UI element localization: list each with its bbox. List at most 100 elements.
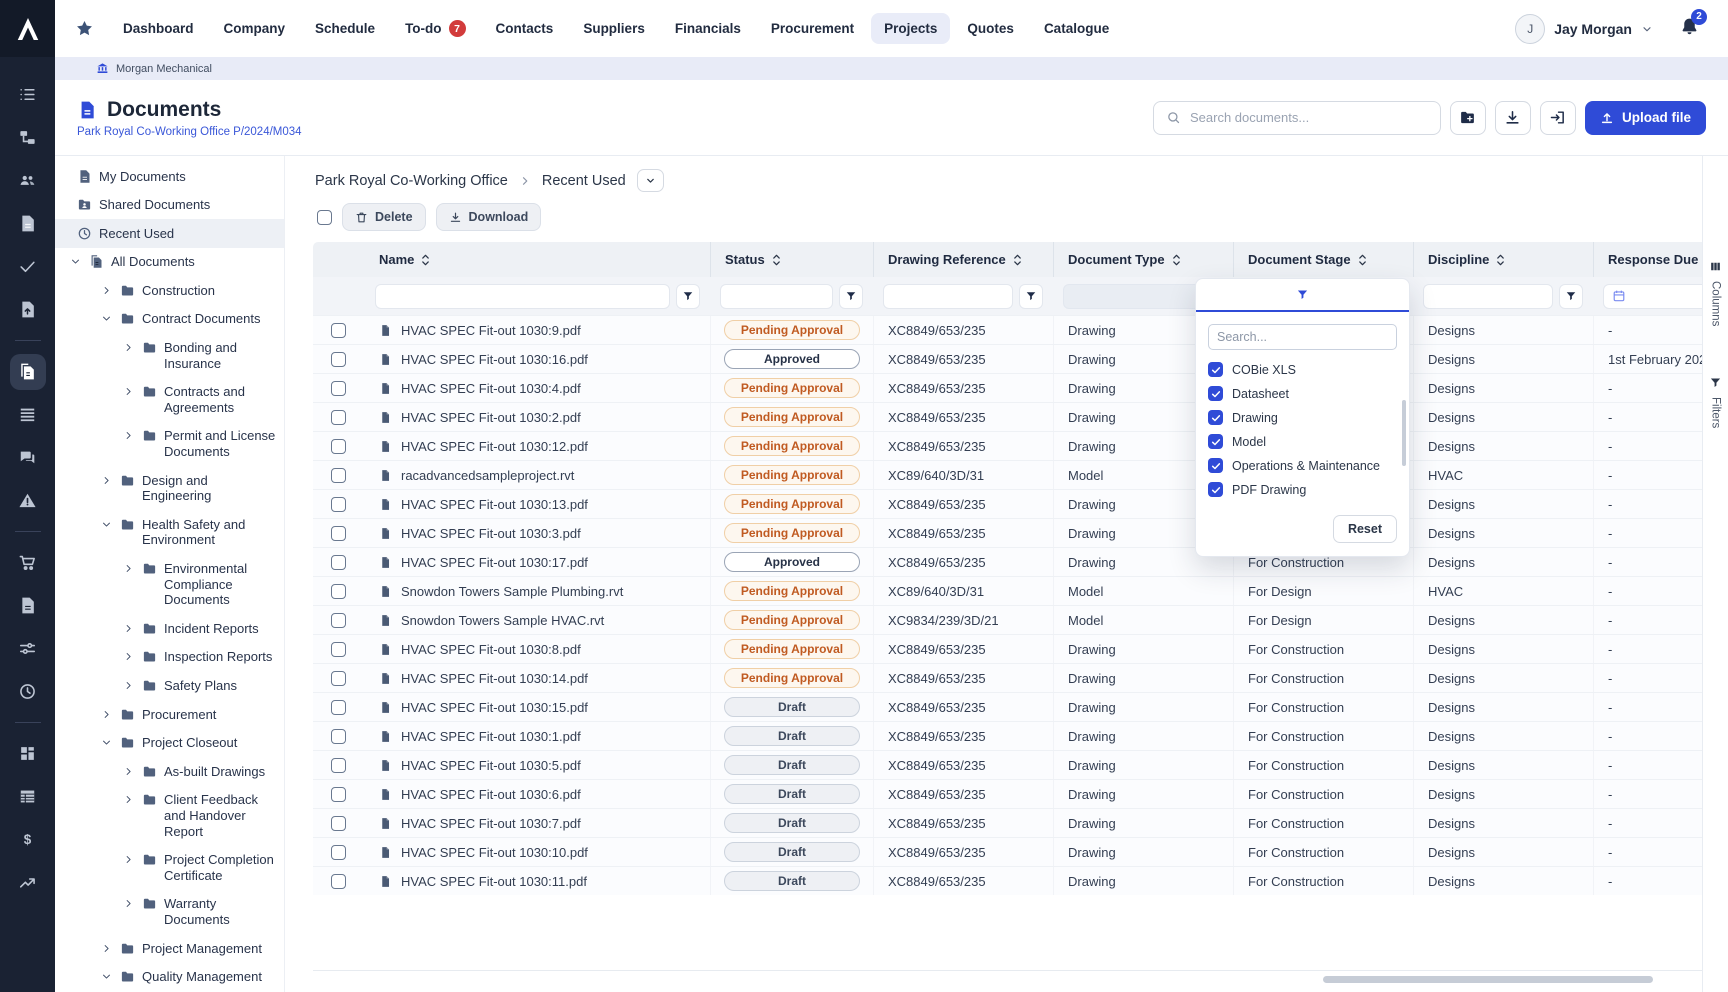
row-checkbox[interactable] [331, 410, 346, 425]
rail-item-cart[interactable] [10, 545, 46, 581]
breadcrumb-dropdown-button[interactable] [637, 169, 664, 192]
sidebar-item-contracts-and-agreements[interactable]: Contracts and Agreements [55, 378, 284, 422]
sidebar-item-environmental-compliance-documents[interactable]: Environmental Compliance Documents [55, 555, 284, 615]
chevron-right-icon[interactable] [122, 651, 134, 662]
row-checkbox[interactable] [331, 584, 346, 599]
row-checkbox[interactable] [331, 555, 346, 570]
sidebar-item-my-documents[interactable]: My Documents [55, 162, 284, 191]
name-cell[interactable]: HVAC SPEC Fit-out 1030:11.pdf [365, 867, 710, 895]
filter-option-checkbox[interactable] [1208, 410, 1223, 425]
sidebar-item-project-completion-certificate[interactable]: Project Completion Certificate [55, 846, 284, 890]
sidebar-item-all-documents[interactable]: All Documents [55, 248, 284, 277]
sidebar-item-permit-and-license-documents[interactable]: Permit and License Documents [55, 422, 284, 466]
rail-item-users[interactable] [10, 163, 46, 199]
chevron-down-icon[interactable] [100, 519, 112, 530]
filter-option-checkbox[interactable] [1208, 482, 1223, 497]
sidebar-item-bonding-and-insurance[interactable]: Bonding and Insurance [55, 334, 284, 378]
row-checkbox[interactable] [331, 352, 346, 367]
column-header-discipline[interactable]: Discipline [1413, 242, 1593, 277]
sort-icon[interactable] [421, 253, 430, 267]
filter-option-cobie-xls[interactable]: COBie XLS [1208, 362, 1397, 377]
sidebar-item-incident-reports[interactable]: Incident Reports [55, 614, 284, 643]
rail-item-invoice[interactable] [10, 588, 46, 624]
download-button[interactable]: Download [436, 203, 542, 231]
row-checkbox[interactable] [331, 439, 346, 454]
row-checkbox[interactable] [331, 642, 346, 657]
column-header-drawing-reference[interactable]: Drawing Reference [873, 242, 1053, 277]
chevron-right-icon[interactable] [122, 680, 134, 691]
name-cell[interactable]: HVAC SPEC Fit-out 1030:6.pdf [365, 780, 710, 808]
rail-item-check[interactable] [10, 249, 46, 285]
chevron-right-icon[interactable] [122, 898, 134, 909]
rail-item-documents[interactable] [10, 354, 46, 390]
sidebar-item-procurement[interactable]: Procurement [55, 700, 284, 729]
chevron-right-icon[interactable] [122, 386, 134, 397]
column-header-document-type[interactable]: Document Type [1053, 242, 1233, 277]
rail-item-warning[interactable] [10, 483, 46, 519]
new-folder-button[interactable] [1450, 101, 1486, 135]
row-checkbox[interactable] [331, 874, 346, 889]
filters-tab[interactable]: Filters [1709, 376, 1722, 428]
name-cell[interactable]: HVAC SPEC Fit-out 1030:17.pdf [365, 548, 710, 576]
rail-item-grid[interactable] [10, 736, 46, 772]
chevron-right-icon[interactable] [122, 430, 134, 441]
sort-icon[interactable] [772, 253, 781, 267]
user-menu[interactable]: J Jay Morgan [1515, 14, 1653, 44]
discipline-filter-funnel-icon[interactable] [1559, 284, 1583, 309]
sidebar-item-recent-used[interactable]: Recent Used [55, 219, 284, 248]
name-cell[interactable]: Snowdon Towers Sample HVAC.rvt [365, 606, 710, 634]
status-filter-input[interactable] [720, 284, 833, 309]
sidebar-item-project-closeout[interactable]: Project Closeout [55, 729, 284, 758]
notifications-bell-icon[interactable]: 2 [1679, 16, 1700, 42]
chevron-right-icon[interactable] [122, 766, 134, 777]
status-filter-funnel-icon[interactable] [839, 284, 863, 309]
row-checkbox[interactable] [331, 671, 346, 686]
chevron-down-icon[interactable] [69, 256, 81, 267]
dropdown-scrollbar[interactable] [1402, 400, 1406, 466]
filter-option-pdf-drawing[interactable]: PDF Drawing [1208, 482, 1397, 497]
response-due-date-filter[interactable] [1603, 284, 1702, 309]
nav-item-contacts[interactable]: Contacts [483, 13, 567, 44]
filter-search-input[interactable] [1208, 324, 1397, 350]
name-cell[interactable]: HVAC SPEC Fit-out 1030:16.pdf [365, 345, 710, 373]
nav-item-procurement[interactable]: Procurement [758, 13, 867, 44]
sidebar-item-project-management[interactable]: Project Management [55, 934, 284, 963]
chevron-right-icon[interactable] [100, 475, 112, 486]
filter-dropdown-header[interactable] [1196, 279, 1409, 312]
name-cell[interactable]: HVAC SPEC Fit-out 1030:1.pdf [365, 722, 710, 750]
chevron-right-icon[interactable] [100, 285, 112, 296]
row-checkbox[interactable] [331, 468, 346, 483]
rail-item-dollar[interactable]: $ [10, 822, 46, 858]
column-header-status[interactable]: Status [710, 242, 873, 277]
rail-item-hierarchy[interactable] [10, 120, 46, 156]
row-checkbox[interactable] [331, 845, 346, 860]
row-checkbox[interactable] [331, 381, 346, 396]
rail-item-list[interactable] [10, 77, 46, 113]
sort-icon[interactable] [1013, 253, 1022, 267]
filter-option-datasheet[interactable]: Datasheet [1208, 386, 1397, 401]
chevron-right-icon[interactable] [100, 709, 112, 720]
row-checkbox[interactable] [331, 729, 346, 744]
column-header-document-stage[interactable]: Document Stage [1233, 242, 1413, 277]
sidebar-item-design-and-engineering[interactable]: Design and Engineering [55, 466, 284, 510]
row-checkbox[interactable] [331, 758, 346, 773]
sidebar-item-contract-documents[interactable]: Contract Documents [55, 305, 284, 334]
horizontal-scrollbar[interactable] [1323, 976, 1653, 983]
filter-option-checkbox[interactable] [1208, 386, 1223, 401]
row-checkbox[interactable] [331, 526, 346, 541]
favorites-star-icon[interactable] [75, 19, 94, 38]
chevron-down-icon[interactable] [100, 737, 112, 748]
row-checkbox[interactable] [331, 323, 346, 338]
chevron-right-icon[interactable] [122, 342, 134, 353]
rail-item-document[interactable] [10, 206, 46, 242]
rail-item-chat[interactable] [10, 440, 46, 476]
discipline-filter-input[interactable] [1423, 284, 1553, 309]
rail-item-file-upload[interactable] [10, 292, 46, 328]
nav-item-quotes[interactable]: Quotes [954, 13, 1027, 44]
name-cell[interactable]: HVAC SPEC Fit-out 1030:12.pdf [365, 432, 710, 460]
filter-option-checkbox[interactable] [1208, 362, 1223, 377]
name-cell[interactable]: HVAC SPEC Fit-out 1030:7.pdf [365, 809, 710, 837]
chevron-right-icon[interactable] [100, 943, 112, 954]
rail-item-rows[interactable] [10, 397, 46, 433]
name-cell[interactable]: HVAC SPEC Fit-out 1030:10.pdf [365, 838, 710, 866]
